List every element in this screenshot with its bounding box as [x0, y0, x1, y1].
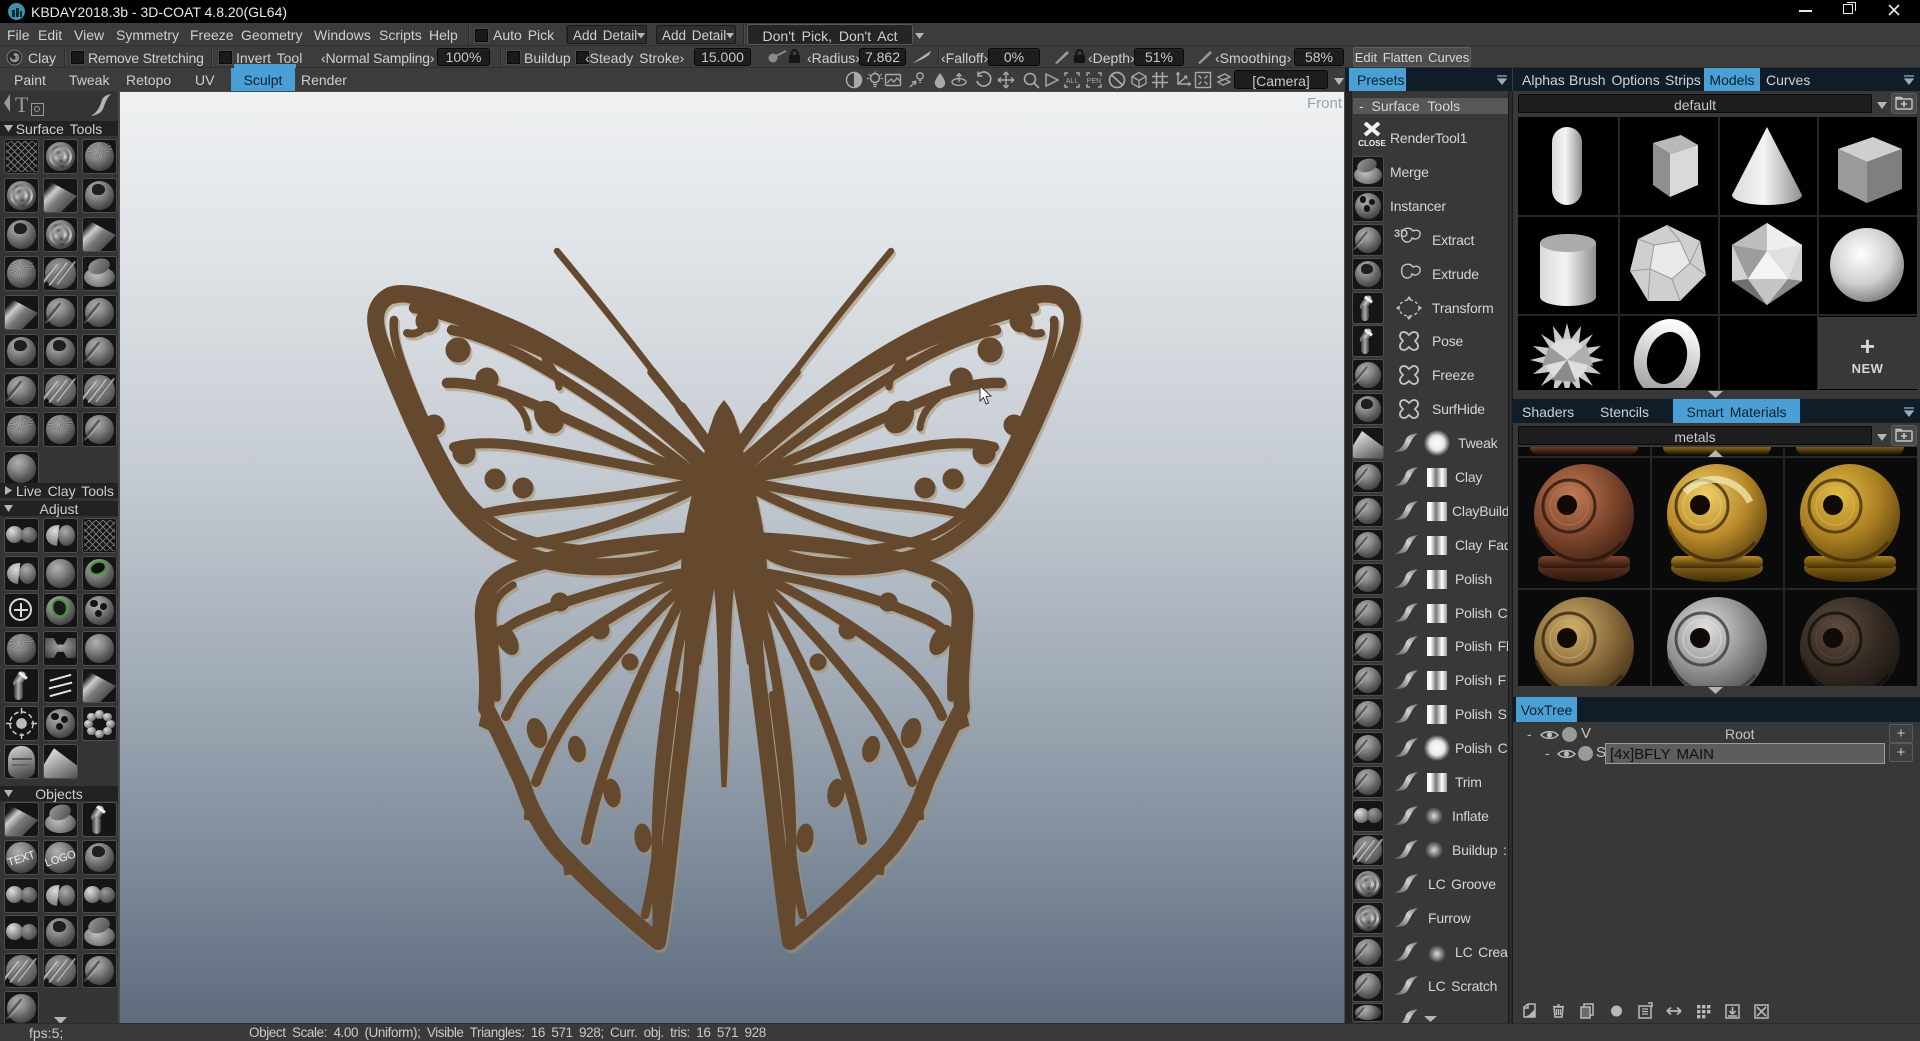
svg-text:ALL: ALL — [1066, 78, 1079, 85]
svg-text:PEN: PEN — [1087, 78, 1101, 85]
